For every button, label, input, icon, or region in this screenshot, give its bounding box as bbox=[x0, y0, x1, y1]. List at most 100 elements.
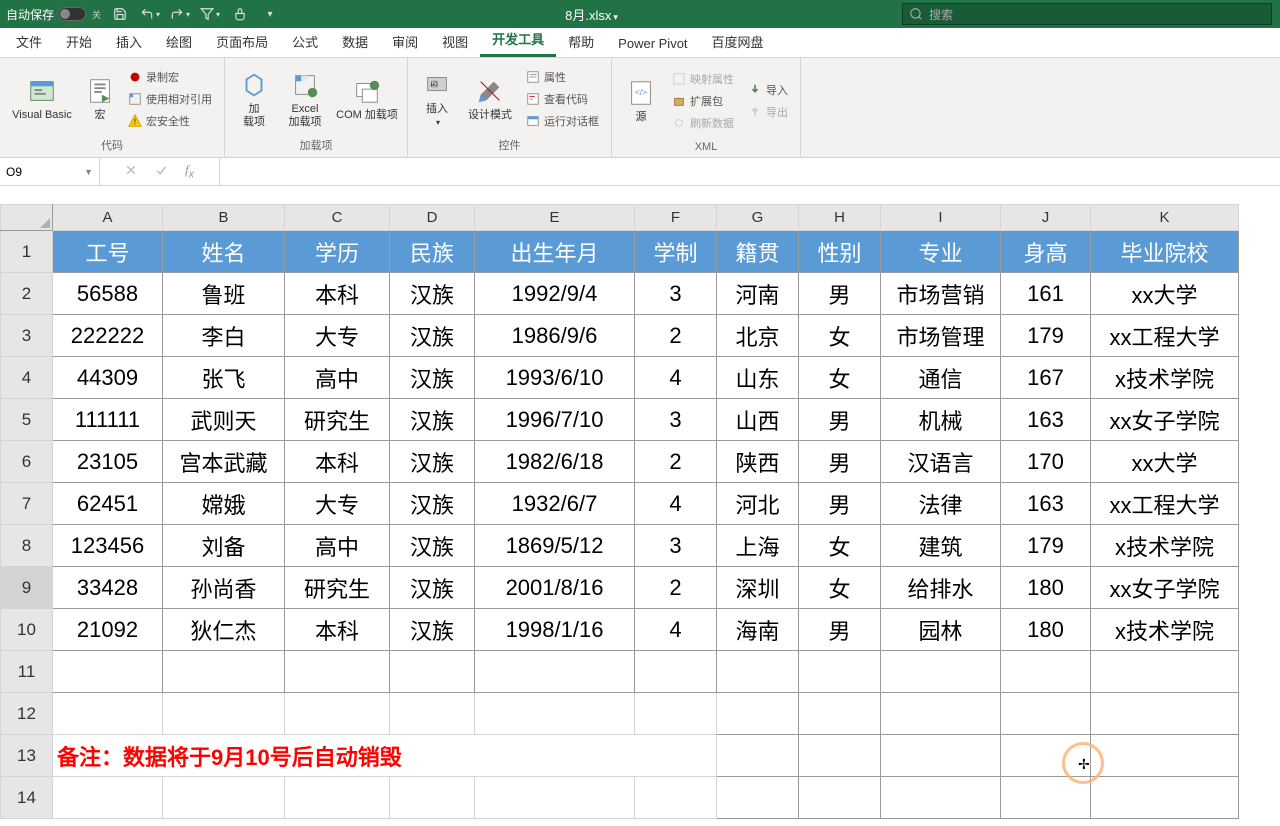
tab-数据[interactable]: 数据 bbox=[330, 26, 380, 57]
cell[interactable] bbox=[163, 651, 285, 693]
cell[interactable]: 1982/6/18 bbox=[475, 441, 635, 483]
cell[interactable]: xx大学 bbox=[1091, 273, 1239, 315]
cell[interactable]: 1998/1/16 bbox=[475, 609, 635, 651]
tab-百度网盘[interactable]: 百度网盘 bbox=[700, 26, 776, 57]
filter-icon[interactable]: ▾ bbox=[199, 3, 221, 25]
cell[interactable] bbox=[1091, 693, 1239, 735]
table-header-cell[interactable]: 毕业院校 bbox=[1091, 231, 1239, 273]
cell[interactable]: 高中 bbox=[285, 525, 390, 567]
cell[interactable] bbox=[1001, 693, 1091, 735]
cell[interactable] bbox=[475, 693, 635, 735]
visual-basic-button[interactable]: Visual Basic bbox=[8, 64, 76, 134]
enter-icon[interactable] bbox=[155, 163, 167, 181]
cell[interactable]: 本科 bbox=[285, 273, 390, 315]
cell[interactable]: 1992/9/4 bbox=[475, 273, 635, 315]
record-macro-button[interactable]: 录制宏 bbox=[124, 67, 216, 87]
cell[interactable] bbox=[717, 777, 799, 819]
design-mode-button[interactable]: 设计模式 bbox=[464, 64, 516, 134]
cell[interactable]: xx女子学院 bbox=[1091, 567, 1239, 609]
cell[interactable]: 男 bbox=[799, 609, 881, 651]
cell[interactable]: 汉族 bbox=[390, 525, 475, 567]
touch-mode-icon[interactable] bbox=[229, 3, 251, 25]
row-header-3[interactable]: 3 bbox=[1, 315, 53, 357]
cell[interactable]: 汉族 bbox=[390, 399, 475, 441]
cell[interactable]: 179 bbox=[1001, 315, 1091, 357]
cell[interactable]: 园林 bbox=[881, 609, 1001, 651]
table-header-cell[interactable]: 性别 bbox=[799, 231, 881, 273]
col-header-B[interactable]: B bbox=[163, 205, 285, 231]
cell[interactable]: 本科 bbox=[285, 441, 390, 483]
cell[interactable]: 刘备 bbox=[163, 525, 285, 567]
table-header-cell[interactable]: 身高 bbox=[1001, 231, 1091, 273]
redo-icon[interactable]: ▾ bbox=[169, 3, 191, 25]
tab-文件[interactable]: 文件 bbox=[4, 26, 54, 57]
cell[interactable]: 武则天 bbox=[163, 399, 285, 441]
table-header-cell[interactable]: 出生年月 bbox=[475, 231, 635, 273]
cell[interactable]: 21092 bbox=[53, 609, 163, 651]
autosave-toggle[interactable]: 自动保存 关 bbox=[6, 6, 101, 23]
cell[interactable] bbox=[881, 693, 1001, 735]
name-box[interactable]: O9▼ bbox=[0, 158, 100, 185]
cell[interactable]: 1993/6/10 bbox=[475, 357, 635, 399]
cell[interactable]: 男 bbox=[799, 273, 881, 315]
cell[interactable] bbox=[53, 693, 163, 735]
table-header-cell[interactable]: 民族 bbox=[390, 231, 475, 273]
save-icon[interactable] bbox=[109, 3, 131, 25]
tab-Power Pivot[interactable]: Power Pivot bbox=[606, 30, 699, 57]
import-button[interactable]: 导入 bbox=[744, 80, 792, 100]
cell[interactable]: 女 bbox=[799, 567, 881, 609]
cell[interactable]: 161 bbox=[1001, 273, 1091, 315]
cell[interactable]: 宫本武藏 bbox=[163, 441, 285, 483]
spreadsheet-grid[interactable]: ABCDEFGHIJK1工号姓名学历民族出生年月学制籍贯性别专业身高毕业院校25… bbox=[0, 204, 1280, 819]
cell[interactable] bbox=[53, 651, 163, 693]
view-code-button[interactable]: 查看代码 bbox=[522, 89, 603, 109]
cell[interactable] bbox=[285, 651, 390, 693]
cell[interactable]: 孙尚香 bbox=[163, 567, 285, 609]
cell[interactable]: 汉族 bbox=[390, 483, 475, 525]
row-header-5[interactable]: 5 bbox=[1, 399, 53, 441]
cell[interactable]: 建筑 bbox=[881, 525, 1001, 567]
col-header-E[interactable]: E bbox=[475, 205, 635, 231]
cell[interactable]: 2 bbox=[635, 567, 717, 609]
table-header-cell[interactable]: 姓名 bbox=[163, 231, 285, 273]
cell[interactable]: 62451 bbox=[53, 483, 163, 525]
cell[interactable]: 法律 bbox=[881, 483, 1001, 525]
search-box[interactable]: 搜索 bbox=[902, 3, 1272, 25]
cell[interactable]: 汉族 bbox=[390, 441, 475, 483]
col-header-F[interactable]: F bbox=[635, 205, 717, 231]
row-header-12[interactable]: 12 bbox=[1, 693, 53, 735]
tab-审阅[interactable]: 审阅 bbox=[380, 26, 430, 57]
cell[interactable] bbox=[285, 777, 390, 819]
cell[interactable] bbox=[285, 693, 390, 735]
tab-公式[interactable]: 公式 bbox=[280, 26, 330, 57]
col-header-G[interactable]: G bbox=[717, 205, 799, 231]
cell[interactable]: 44309 bbox=[53, 357, 163, 399]
cell[interactable] bbox=[635, 651, 717, 693]
row-header-8[interactable]: 8 bbox=[1, 525, 53, 567]
macro-security-button[interactable]: !宏安全性 bbox=[124, 111, 216, 131]
row-header-13[interactable]: 13 bbox=[1, 735, 53, 777]
cell[interactable]: 海南 bbox=[717, 609, 799, 651]
cell[interactable]: 北京 bbox=[717, 315, 799, 357]
cell[interactable]: 通信 bbox=[881, 357, 1001, 399]
cell[interactable] bbox=[1001, 777, 1091, 819]
formula-input[interactable] bbox=[220, 158, 1280, 185]
cell[interactable]: 180 bbox=[1001, 567, 1091, 609]
tab-视图[interactable]: 视图 bbox=[430, 26, 480, 57]
cell[interactable]: 河南 bbox=[717, 273, 799, 315]
cell[interactable]: 山西 bbox=[717, 399, 799, 441]
cell[interactable]: 研究生 bbox=[285, 399, 390, 441]
cell[interactable]: 111111 bbox=[53, 399, 163, 441]
row-header-7[interactable]: 7 bbox=[1, 483, 53, 525]
table-header-cell[interactable]: 学历 bbox=[285, 231, 390, 273]
cell[interactable] bbox=[881, 651, 1001, 693]
row-header-9[interactable]: 9 bbox=[1, 567, 53, 609]
cell[interactable]: 上海 bbox=[717, 525, 799, 567]
cell[interactable]: 机械 bbox=[881, 399, 1001, 441]
row-header-10[interactable]: 10 bbox=[1, 609, 53, 651]
cell[interactable]: 狄仁杰 bbox=[163, 609, 285, 651]
cell[interactable]: 4 bbox=[635, 357, 717, 399]
cell[interactable]: 鲁班 bbox=[163, 273, 285, 315]
cell[interactable] bbox=[53, 777, 163, 819]
cell[interactable]: 56588 bbox=[53, 273, 163, 315]
